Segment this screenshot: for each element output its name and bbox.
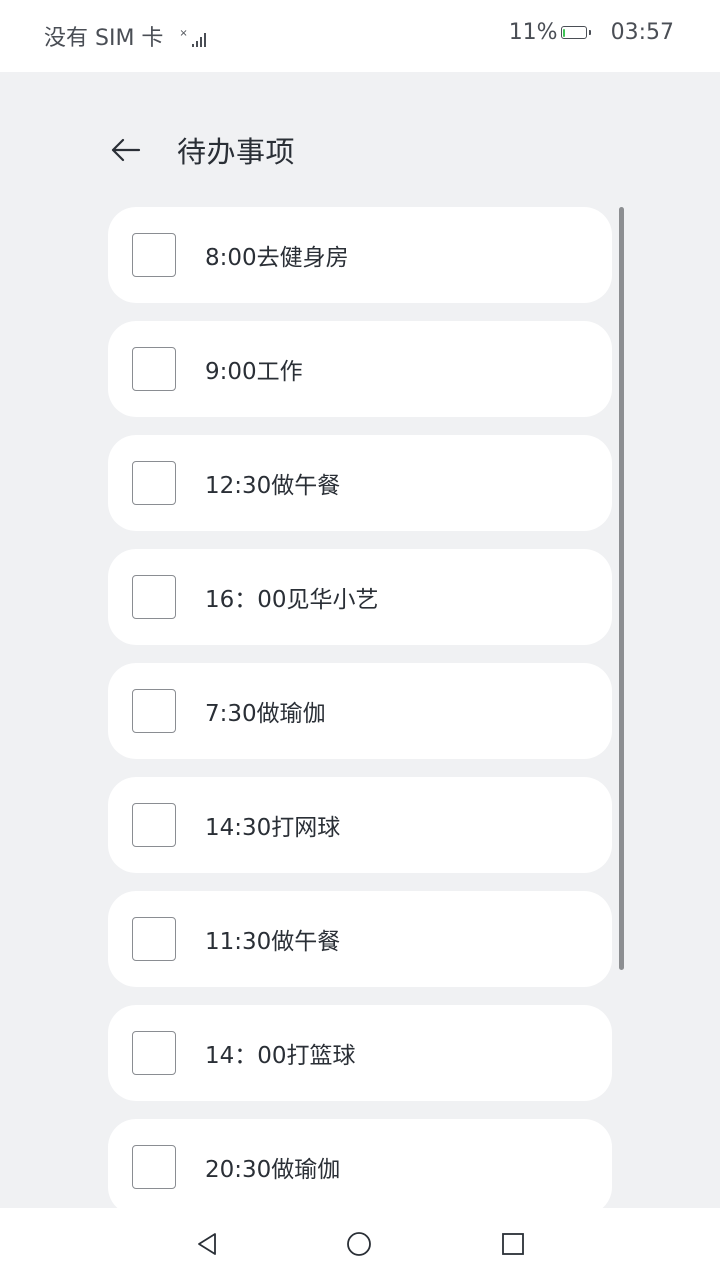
todo-label: 9:00工作 (205, 359, 303, 385)
navigation-bar (0, 1208, 720, 1280)
nav-recents-button[interactable] (497, 1228, 529, 1260)
todo-checkbox[interactable] (132, 803, 176, 847)
todo-label: 12:30做午餐 (205, 473, 341, 499)
todo-label: 16：00见华小艺 (205, 587, 379, 613)
todo-checkbox[interactable] (132, 917, 176, 961)
todo-item[interactable]: 12:30做午餐 (108, 435, 612, 531)
nav-back-button[interactable] (191, 1228, 223, 1260)
todo-checkbox[interactable] (132, 689, 176, 733)
status-bar: 没有 SIM 卡 × 11% 03:57 (0, 0, 720, 72)
carrier-text: 没有 SIM 卡 (44, 26, 164, 51)
todo-checkbox[interactable] (132, 461, 176, 505)
todo-item[interactable]: 14：00打篮球 (108, 1005, 612, 1101)
todo-list[interactable]: 8:00去健身房 9:00工作 12:30做午餐 16：00见华小艺 7:30做瑜伽 14… (108, 207, 612, 1208)
todo-checkbox[interactable] (132, 233, 176, 277)
todo-checkbox[interactable] (132, 1031, 176, 1075)
triangle-back-icon (198, 1233, 216, 1255)
todo-label: 14：00打篮球 (205, 1043, 356, 1069)
nav-home-button[interactable] (343, 1228, 375, 1260)
todo-label: 8:00去健身房 (205, 245, 349, 271)
circle-home-icon (347, 1232, 371, 1256)
todo-item[interactable]: 9:00工作 (108, 321, 612, 417)
todo-checkbox[interactable] (132, 1145, 176, 1189)
status-right: 11% 03:57 (509, 20, 674, 45)
signal-icon: × (179, 29, 206, 47)
battery-percent: 11% (508, 20, 558, 45)
arrow-left-icon[interactable] (108, 132, 144, 168)
todo-item[interactable]: 7:30做瑜伽 (108, 663, 612, 759)
battery-icon (560, 26, 591, 39)
header: 待办事项 (108, 122, 295, 178)
todo-label: 7:30做瑜伽 (205, 701, 326, 727)
todo-item[interactable]: 16：00见华小艺 (108, 549, 612, 645)
todo-checkbox[interactable] (132, 347, 176, 391)
status-left: 没有 SIM 卡 × (44, 20, 206, 52)
page-title: 待办事项 (177, 135, 296, 169)
todo-item[interactable]: 11:30做午餐 (108, 891, 612, 987)
battery-fill (563, 28, 566, 37)
todo-item[interactable]: 8:00去健身房 (108, 207, 612, 303)
todo-item[interactable]: 20:30做瑜伽 (108, 1119, 612, 1208)
todo-checkbox[interactable] (132, 575, 176, 619)
todo-label: 11:30做午餐 (205, 929, 341, 955)
todo-label: 14:30打网球 (205, 815, 341, 841)
todo-label: 20:30做瑜伽 (205, 1157, 341, 1183)
scrollbar[interactable] (619, 207, 624, 970)
square-recents-icon (502, 1233, 524, 1255)
clock: 03:57 (610, 20, 674, 45)
todo-item[interactable]: 14:30打网球 (108, 777, 612, 873)
